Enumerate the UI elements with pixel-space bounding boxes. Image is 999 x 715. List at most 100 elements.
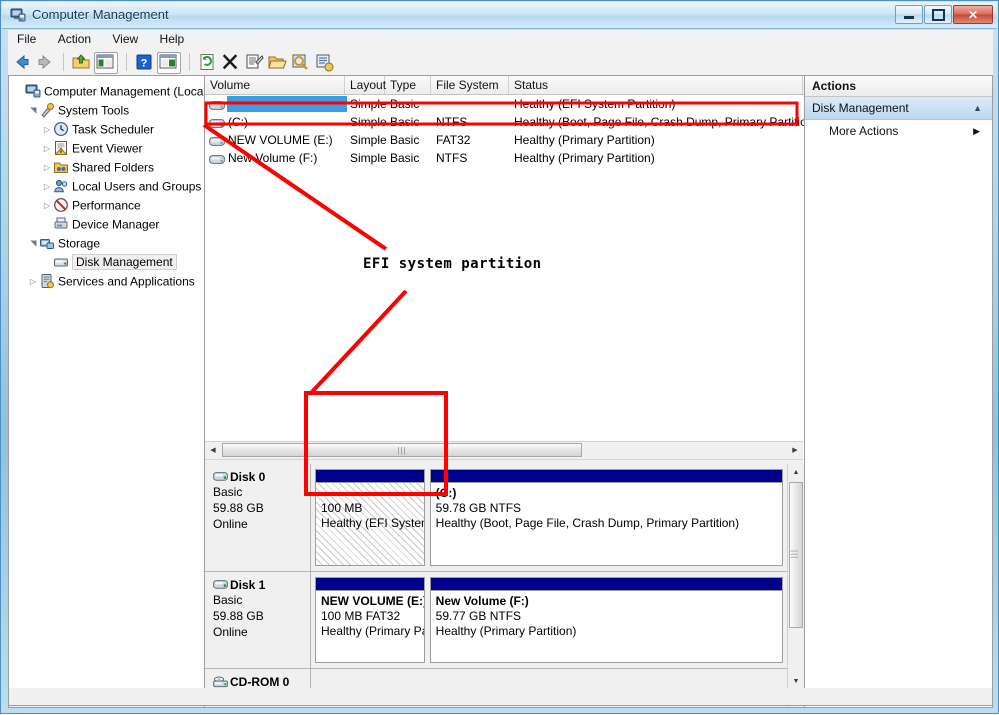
computer-management-window: Computer Management ✕ File Action View H… — [0, 0, 999, 714]
sidebar-item-device-manager[interactable]: Device Manager — [9, 215, 205, 234]
maximize-button[interactable] — [924, 5, 952, 24]
column-header-file-system[interactable]: File System — [431, 76, 509, 94]
column-header-volume[interactable]: Volume — [205, 76, 345, 94]
show-hide-tree-icon[interactable] — [94, 52, 118, 74]
partition-status: Healthy (Boot, Page File, Crash Dump, Pr… — [436, 516, 777, 531]
column-header-layout[interactable]: Layout — [345, 76, 385, 94]
partition[interactable]: New Volume (F:)59.77 GB NTFSHealthy (Pri… — [430, 577, 783, 663]
sidebar-item-label: Storage — [58, 236, 100, 250]
action-more-actions[interactable]: More Actions ▶ — [805, 120, 992, 142]
refresh-icon[interactable] — [197, 52, 217, 72]
scroll-right-arrow[interactable]: ▶ — [787, 442, 803, 458]
rescan-disks-icon[interactable] — [314, 52, 334, 72]
cell-file-system — [436, 95, 514, 113]
volume-list-header: Volume Layout Type File System Status — [205, 76, 805, 95]
performance-icon — [53, 197, 69, 213]
tree-spacer — [13, 82, 25, 101]
sidebar-item-performance[interactable]: ▷Performance — [9, 196, 205, 215]
sidebar-item-label: Task Scheduler — [72, 122, 154, 136]
chevron-right-icon[interactable]: ▷ — [41, 139, 53, 158]
disk-info: Disk 1Basic59.88 GBOnline — [207, 572, 311, 668]
disk-row[interactable]: Disk 0Basic59.88 GBOnline 100 MBHealthy … — [205, 464, 787, 572]
partition-color-bar — [316, 578, 424, 591]
menu-item-help[interactable]: Help — [151, 30, 194, 48]
delete-icon[interactable] — [220, 52, 240, 72]
column-header-status[interactable]: Status — [509, 76, 803, 94]
sidebar-item-disk-management[interactable]: Disk Management — [9, 253, 205, 272]
partition-bar: 100 MBHealthy (EFI System Parti(C:)59.78… — [315, 469, 783, 566]
column-header-type[interactable]: Type — [385, 76, 431, 94]
sidebar-item-label: Local Users and Groups — [72, 179, 201, 193]
chevron-up-icon[interactable]: ▲ — [973, 97, 982, 119]
partition[interactable]: 100 MBHealthy (EFI System Parti — [315, 469, 425, 566]
sidebar-item-services-and-applications[interactable]: ▷Services and Applications — [9, 272, 205, 291]
partition-size: 100 MB FAT32 — [321, 609, 419, 624]
tree-spacer — [41, 253, 53, 272]
minimize-button[interactable] — [895, 5, 923, 24]
menu-item-file[interactable]: File — [8, 30, 45, 48]
disk-icon — [213, 471, 228, 482]
sidebar-item-label: Computer Management (Local — [44, 84, 205, 98]
cell-volume: (C:) — [228, 113, 345, 131]
sidebar-item-event-viewer[interactable]: ▷Event Viewer — [9, 139, 205, 158]
menu-item-view[interactable]: View — [103, 30, 147, 48]
partition[interactable]: NEW VOLUME (E:)100 MB FAT32Healthy (Prim… — [315, 577, 425, 663]
show-console-tree-icon[interactable] — [157, 52, 181, 74]
chevron-right-icon[interactable]: ▷ — [41, 120, 53, 139]
toolbar-separator — [189, 53, 190, 71]
scroll-thumb[interactable]: ||| — [789, 482, 803, 628]
chevron-right-icon[interactable]: ▷ — [27, 272, 39, 291]
actions-group-disk-management[interactable]: Disk Management ▲ — [805, 97, 992, 120]
table-row[interactable]: (C:)SimpleBasicNTFSHealthy (Boot, Page F… — [205, 113, 803, 131]
search-icon[interactable] — [290, 52, 310, 72]
chevron-right-icon[interactable]: ▷ — [41, 177, 53, 196]
clock-icon — [53, 121, 69, 137]
sidebar-item-computer-management-local[interactable]: Computer Management (Local — [9, 82, 205, 101]
disk-name: Disk 1 — [213, 578, 310, 592]
disk-name: Disk 0 — [213, 470, 310, 484]
sidebar-item-system-tools[interactable]: ◢System Tools — [9, 101, 205, 120]
disk-info-line: Basic — [213, 484, 310, 500]
cell-volume — [228, 95, 345, 113]
volume-icon — [209, 134, 225, 145]
cell-type: Basic — [390, 149, 436, 167]
open-folder-icon[interactable] — [267, 52, 287, 72]
back-icon[interactable] — [12, 52, 32, 72]
up-folder-icon[interactable] — [71, 52, 91, 72]
chevron-right-icon[interactable]: ▶ — [973, 120, 980, 142]
chevron-right-icon[interactable]: ▷ — [41, 158, 53, 177]
sidebar-item-local-users-and-groups[interactable]: ▷ Local Users and Groups — [9, 177, 205, 196]
partition-size: 100 MB — [321, 501, 419, 516]
help-icon[interactable]: ? — [134, 52, 154, 72]
scroll-down-arrow[interactable]: ▼ — [788, 673, 804, 689]
sidebar-item-task-scheduler[interactable]: ▷ Task Scheduler — [9, 120, 205, 139]
forward-icon[interactable] — [35, 52, 55, 72]
sidebar-item-label: Disk Management — [72, 254, 177, 270]
close-button[interactable]: ✕ — [953, 5, 993, 24]
disk-row[interactable]: Disk 1Basic59.88 GBOnlineNEW VOLUME (E:)… — [205, 572, 787, 669]
partition[interactable]: (C:)59.78 GB NTFSHealthy (Boot, Page Fil… — [430, 469, 783, 566]
window-title: Computer Management — [32, 7, 169, 22]
menu-item-action[interactable]: Action — [49, 30, 100, 48]
sidebar-item-shared-folders[interactable]: ▷ Shared Folders — [9, 158, 205, 177]
sidebar-item-storage[interactable]: ◢Storage — [9, 234, 205, 253]
cell-file-system: NTFS — [436, 149, 514, 167]
actions-group-label: Disk Management — [812, 101, 909, 115]
table-row[interactable]: SimpleBasicHealthy (EFI System Partition… — [205, 95, 803, 113]
table-row[interactable]: NEW VOLUME (E:)SimpleBasicFAT32Healthy (… — [205, 131, 803, 149]
table-row[interactable]: New Volume (F:)SimpleBasicNTFSHealthy (P… — [205, 149, 803, 167]
scroll-up-arrow[interactable]: ▲ — [788, 464, 804, 480]
partition-title: NEW VOLUME (E:) — [321, 594, 419, 609]
scroll-thumb[interactable]: ||| — [222, 443, 582, 457]
volume-list-rows: SimpleBasicHealthy (EFI System Partition… — [205, 95, 803, 167]
disk-info-line: 59.88 GB — [213, 608, 310, 624]
cell-type: Basic — [390, 131, 436, 149]
scroll-left-arrow[interactable]: ◀ — [205, 442, 221, 458]
chevron-right-icon[interactable]: ▷ — [41, 196, 53, 215]
users-icon — [53, 178, 69, 194]
volume-list-horizontal-scrollbar[interactable]: ◀ ||| ▶ — [205, 441, 803, 459]
properties-icon[interactable] — [244, 52, 264, 72]
cell-layout: Simple — [350, 113, 390, 131]
sidebar-item-label: Shared Folders — [72, 160, 154, 174]
graphical-view-vertical-scrollbar[interactable]: ▲ ||| ▼ — [787, 464, 804, 707]
